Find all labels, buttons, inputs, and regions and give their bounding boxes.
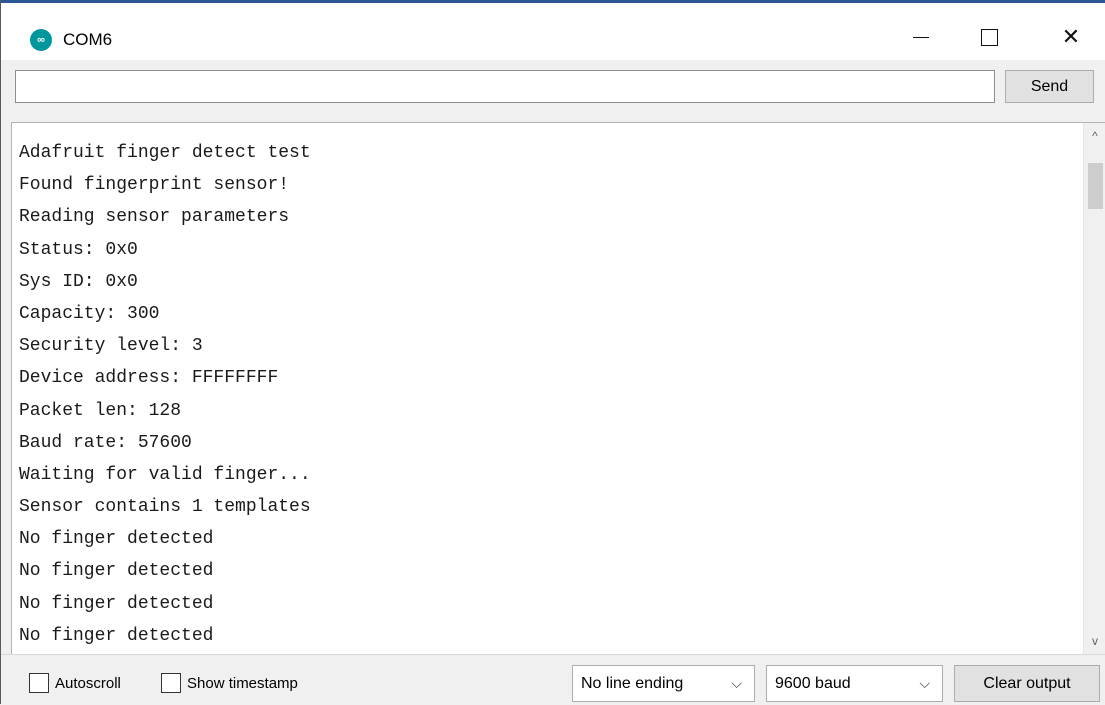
vertical-scrollbar[interactable]: ^ v bbox=[1083, 123, 1105, 654]
timestamp-checkbox[interactable] bbox=[161, 673, 181, 693]
output-line: Device address: FFFFFFFF bbox=[19, 368, 279, 389]
output-lines: Adafruit finger detect test Found fingerp… bbox=[19, 137, 311, 652]
output-line: Sys ID: 0x0 bbox=[19, 271, 138, 292]
serial-monitor-window: ∞ COM6 ✕ Send Adafruit finger detect tes… bbox=[0, 0, 1105, 705]
output-line: No finger detected bbox=[19, 625, 214, 646]
output-line: Capacity: 300 bbox=[19, 303, 160, 324]
clear-output-button[interactable]: Clear output bbox=[954, 665, 1100, 702]
baud-rate-value: 9600 baud bbox=[775, 674, 851, 692]
output-line: Sensor contains 1 templates bbox=[19, 497, 311, 518]
output-line: Adafruit finger detect test bbox=[19, 143, 311, 163]
line-ending-select[interactable]: No line ending ⌵ bbox=[572, 665, 755, 702]
chevron-down-icon: ⌵ bbox=[731, 675, 742, 691]
close-icon: ✕ bbox=[1061, 24, 1081, 49]
arduino-icon: ∞ bbox=[30, 29, 52, 51]
scroll-up-arrow-icon[interactable]: ^ bbox=[1084, 125, 1105, 147]
close-button[interactable]: ✕ bbox=[1047, 17, 1095, 57]
minimize-icon bbox=[913, 36, 929, 38]
timestamp-label: Show timestamp bbox=[187, 674, 298, 692]
send-button[interactable]: Send bbox=[1005, 70, 1094, 103]
baud-rate-select[interactable]: 9600 baud ⌵ bbox=[766, 665, 943, 702]
title-bar[interactable]: ∞ COM6 ✕ bbox=[1, 0, 1105, 63]
scroll-down-arrow-icon[interactable]: v bbox=[1084, 630, 1105, 652]
serial-output[interactable]: Adafruit finger detect test Found fingerp… bbox=[11, 122, 1105, 654]
autoscroll-option[interactable]: Autoscroll bbox=[29, 673, 121, 693]
maximize-button[interactable] bbox=[965, 17, 1013, 57]
output-line: No finger detected bbox=[19, 561, 214, 582]
output-line: Status: 0x0 bbox=[19, 239, 138, 260]
chevron-down-icon: ⌵ bbox=[919, 675, 930, 691]
window-title: COM6 bbox=[63, 30, 113, 49]
timestamp-option[interactable]: Show timestamp bbox=[161, 673, 298, 693]
scrollbar-thumb[interactable] bbox=[1088, 163, 1103, 209]
output-line: No finger detected bbox=[19, 529, 214, 550]
output-line: Baud rate: 57600 bbox=[19, 432, 192, 453]
bottom-toolbar: Autoscroll Show timestamp No line ending… bbox=[1, 654, 1105, 705]
send-row: Send bbox=[1, 60, 1105, 122]
output-line: Found fingerprint sensor! bbox=[19, 175, 290, 196]
autoscroll-checkbox[interactable] bbox=[29, 673, 49, 693]
autoscroll-label: Autoscroll bbox=[55, 674, 121, 692]
output-line: Waiting for valid finger... bbox=[19, 464, 311, 485]
output-line: Reading sensor parameters bbox=[19, 207, 290, 228]
output-line: No finger detected bbox=[19, 593, 214, 614]
minimize-button[interactable] bbox=[897, 17, 945, 57]
maximize-icon bbox=[980, 28, 998, 46]
output-line: Security level: 3 bbox=[19, 336, 203, 357]
line-ending-value: No line ending bbox=[581, 674, 684, 692]
output-line: Packet len: 128 bbox=[19, 400, 182, 421]
send-input[interactable] bbox=[15, 70, 995, 103]
